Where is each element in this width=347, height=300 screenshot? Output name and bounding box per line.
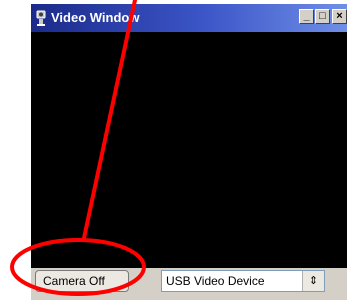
minimize-button[interactable]: _ (299, 9, 314, 24)
control-bar: Camera Off USB Video Device ⇕ (31, 268, 347, 300)
video-device-value: USB Video Device (166, 274, 265, 288)
video-device-select[interactable]: USB Video Device ⇕ (161, 270, 325, 292)
camera-off-button[interactable]: Camera Off (35, 270, 129, 292)
maximize-button[interactable]: □ (315, 9, 330, 24)
video-preview (31, 32, 347, 268)
select-arrow-icon[interactable]: ⇕ (302, 271, 324, 291)
close-button[interactable]: × (332, 9, 347, 24)
camera-icon (36, 10, 46, 26)
title-bar[interactable]: Video Window _ □ × (31, 4, 347, 32)
video-window: Video Window _ □ × Camera Off USB Video … (31, 4, 347, 300)
window-title: Video Window (51, 10, 140, 25)
